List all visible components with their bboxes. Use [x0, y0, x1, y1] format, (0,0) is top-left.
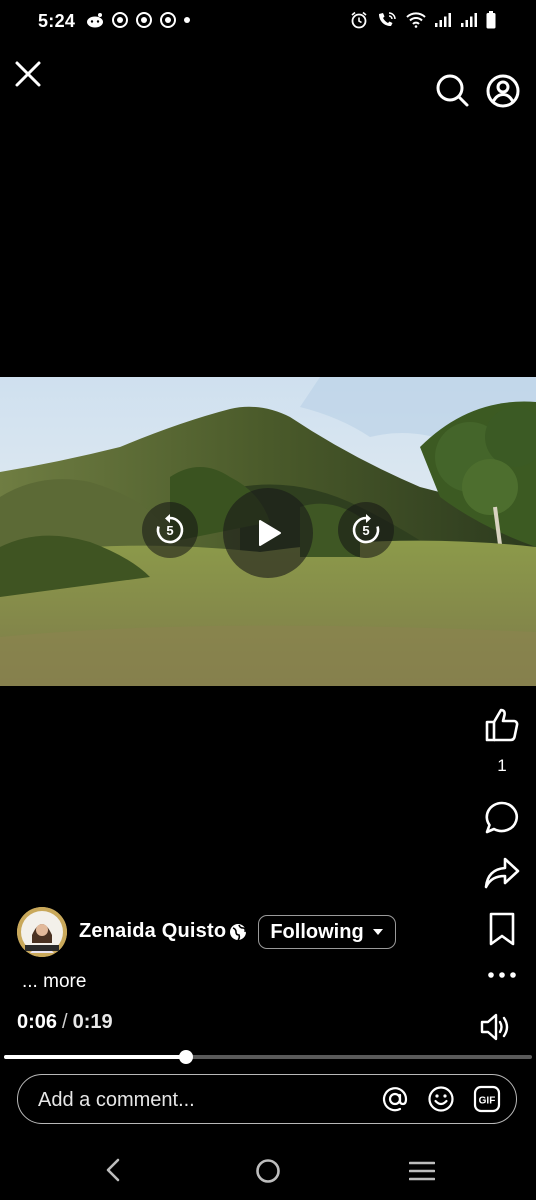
video-time: 0:06/0:19	[17, 1011, 113, 1034]
more-dots-icon	[488, 972, 516, 978]
chrome-icon	[160, 12, 176, 28]
close-icon	[15, 61, 41, 87]
play-icon	[259, 520, 281, 546]
status-time: 5:24	[38, 11, 76, 31]
time-separator: /	[62, 1011, 68, 1033]
total-time: 0:19	[72, 1011, 113, 1033]
rewind-label: 5	[166, 523, 173, 538]
caret-down-icon	[372, 929, 383, 935]
play-button[interactable]	[223, 488, 313, 578]
progress-handle[interactable]	[179, 1050, 194, 1064]
volume-button[interactable]	[479, 1012, 511, 1042]
mention-button[interactable]	[381, 1085, 409, 1113]
bookmark-icon	[489, 912, 515, 946]
rewind-5-button[interactable]: 5	[142, 502, 198, 558]
gif-label: GIF	[479, 1096, 496, 1107]
rewind-icon: 5	[156, 514, 184, 544]
profile-button[interactable]	[485, 73, 521, 109]
battery-icon	[486, 11, 496, 29]
chrome-icon	[112, 12, 128, 28]
save-button[interactable]	[487, 911, 517, 947]
wifi-calling-icon	[376, 11, 398, 29]
forward-5-button[interactable]: 5	[338, 502, 394, 558]
more-notifications-dot-icon	[184, 17, 190, 23]
notification-icons	[86, 12, 190, 28]
more-options-button[interactable]	[487, 966, 517, 984]
gif-button[interactable]: GIF	[473, 1085, 501, 1113]
search-button[interactable]	[434, 72, 470, 108]
signal-icon	[460, 12, 478, 28]
gif-icon: GIF	[473, 1085, 501, 1113]
close-button[interactable]	[12, 58, 44, 90]
at-sign-icon	[382, 1087, 408, 1112]
smiley-icon	[428, 1086, 454, 1112]
chrome-icon	[136, 12, 152, 28]
menu-lines-icon	[408, 1161, 436, 1181]
following-button[interactable]: Following	[258, 915, 396, 949]
home-button[interactable]	[255, 1158, 281, 1184]
alarm-icon	[350, 11, 368, 29]
forward-label: 5	[362, 523, 369, 538]
author-name[interactable]: Zenaida Quisto	[79, 920, 226, 943]
profile-icon	[486, 74, 520, 108]
forward-icon: 5	[352, 514, 380, 544]
video-player[interactable]: 5 5	[0, 377, 536, 686]
reddit-icon	[86, 12, 104, 28]
comment-input[interactable]	[36, 1087, 360, 1113]
chevron-left-icon	[106, 1158, 120, 1182]
like-button[interactable]	[483, 706, 521, 744]
recents-button[interactable]	[408, 1160, 436, 1182]
speaker-icon	[480, 1013, 509, 1041]
avatar[interactable]	[17, 907, 67, 957]
following-label: Following	[270, 920, 364, 943]
comment-button[interactable]	[484, 800, 520, 836]
see-more-link[interactable]: ... more	[22, 971, 86, 993]
comment-box[interactable]: GIF	[17, 1074, 517, 1124]
emoji-button[interactable]	[427, 1085, 455, 1113]
comment-icon	[485, 801, 518, 834]
system-nav-bar	[0, 1140, 536, 1200]
home-circle-icon	[256, 1159, 280, 1183]
system-icons	[350, 11, 496, 29]
progress-bar[interactable]	[4, 1050, 532, 1064]
avatar-image	[17, 907, 67, 957]
progress-fill	[4, 1055, 187, 1059]
thumbs-up-icon	[485, 708, 519, 742]
signal-icon	[434, 12, 452, 28]
share-button[interactable]	[483, 855, 521, 891]
share-icon	[484, 857, 520, 889]
wifi-icon	[406, 12, 426, 28]
like-count: 1	[497, 756, 507, 775]
public-globe-icon	[229, 923, 247, 946]
current-time: 0:06	[17, 1011, 58, 1033]
back-button[interactable]	[102, 1158, 126, 1182]
search-icon	[436, 74, 469, 107]
status-bar: 5:24	[0, 0, 536, 44]
